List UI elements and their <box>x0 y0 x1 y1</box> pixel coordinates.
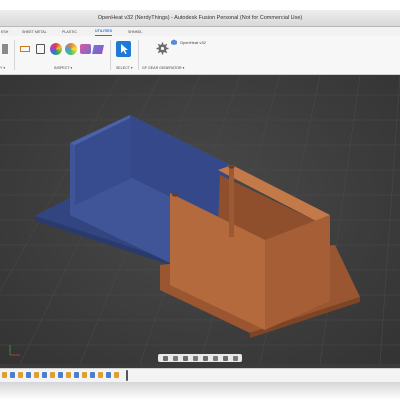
timeline-step[interactable] <box>98 372 103 378</box>
display-component-icon[interactable] <box>92 45 104 54</box>
window-shadow <box>0 382 400 400</box>
toolbar-divider <box>14 40 15 70</box>
timeline-step[interactable] <box>58 372 63 378</box>
timeline-step[interactable] <box>82 372 87 378</box>
timeline-step[interactable] <box>114 372 119 378</box>
window-title: OpenHeat v32 (NerdyThings) - Autodesk Fu… <box>97 15 303 21</box>
select-group-label[interactable]: SELECT ▾ <box>116 66 133 70</box>
toolbar-divider <box>138 40 139 70</box>
interference-icon[interactable] <box>36 44 45 54</box>
workspace-tabs: ESH SHEET METAL PLASTIC UTILITIES SHNKEL <box>0 27 400 36</box>
document-tab-label: OpenHeat v32 <box>180 39 206 45</box>
curvature-icon[interactable] <box>65 43 77 55</box>
timeline-step[interactable] <box>26 372 31 378</box>
toolbar-divider <box>110 40 111 70</box>
measure-icon[interactable] <box>20 46 30 52</box>
inspect-group-label[interactable]: INSPECT ▾ <box>54 66 72 70</box>
navigation-bar <box>158 354 242 362</box>
timeline-step[interactable] <box>74 372 79 378</box>
timeline-step[interactable] <box>42 372 47 378</box>
tab-utilities[interactable]: UTILITIES <box>95 27 112 36</box>
partial-tool-icon[interactable] <box>2 44 8 54</box>
timeline-step[interactable] <box>18 372 23 378</box>
timeline-step[interactable] <box>90 372 95 378</box>
timeline-step[interactable] <box>2 372 7 378</box>
look-at-icon[interactable] <box>182 355 188 361</box>
zebra-analysis-icon[interactable] <box>50 43 62 55</box>
timeline-step[interactable] <box>10 372 15 378</box>
timeline-step[interactable] <box>50 372 55 378</box>
tab-mesh[interactable]: ESH <box>1 27 8 36</box>
3d-viewport[interactable] <box>0 75 400 364</box>
viewport-canvas[interactable] <box>0 75 400 364</box>
display-icon[interactable] <box>212 355 218 361</box>
timeline-step[interactable] <box>106 372 111 378</box>
tab-plastic[interactable]: PLASTIC <box>62 27 77 36</box>
gear-icon[interactable] <box>156 42 169 55</box>
timeline <box>0 368 400 382</box>
tab-shnkel[interactable]: SHNKEL <box>128 27 142 36</box>
cursor-arrow-icon <box>121 44 128 54</box>
fit-icon[interactable] <box>202 355 208 361</box>
fusion-window: OpenHeat v32 (NerdyThings) - Autodesk Fu… <box>0 10 400 382</box>
tab-sheet-metal[interactable]: SHEET METAL <box>22 27 47 36</box>
timeline-marker[interactable] <box>126 370 128 381</box>
document-tab[interactable]: OpenHeat v32 <box>170 37 206 47</box>
grid-icon[interactable] <box>222 355 228 361</box>
pan-icon[interactable] <box>172 355 178 361</box>
zoom-icon[interactable] <box>192 355 198 361</box>
title-bar: OpenHeat v32 (NerdyThings) - Autodesk Fu… <box>0 10 400 27</box>
timeline-step[interactable] <box>34 372 39 378</box>
axis-indicator <box>9 345 20 356</box>
gear-generator-label[interactable]: GF GEAR GENERATOR ▾ <box>142 66 184 70</box>
section-analysis-icon[interactable] <box>80 44 91 54</box>
select-tool-button[interactable] <box>116 41 131 57</box>
cube-icon <box>171 39 177 45</box>
left-group-label[interactable]: Y ▾ <box>0 66 5 70</box>
orbit-icon[interactable] <box>162 355 168 361</box>
timeline-step[interactable] <box>66 372 71 378</box>
viewport-icon[interactable] <box>232 355 238 361</box>
